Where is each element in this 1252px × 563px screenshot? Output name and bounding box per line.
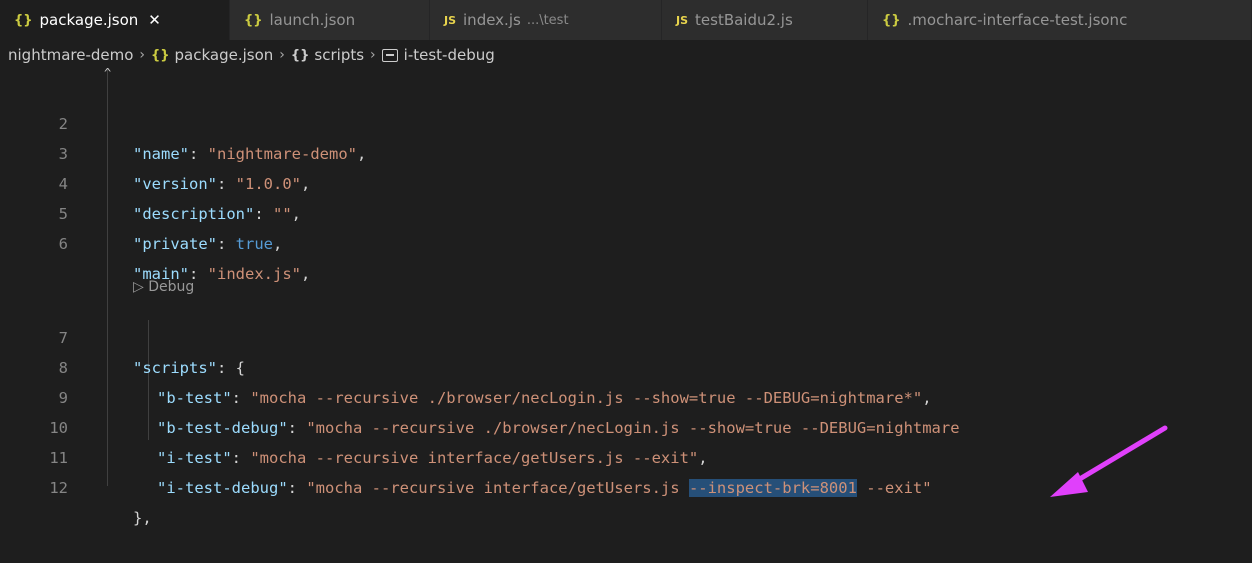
js-file-icon: JS: [444, 13, 457, 27]
tab-testbaidu2-js[interactable]: JS testBaidu2.js: [662, 0, 868, 40]
comma: ,: [273, 235, 283, 253]
close-icon[interactable]: ✕: [148, 11, 161, 29]
comma: ,: [301, 265, 311, 283]
chevron-right-icon: ›: [139, 47, 146, 63]
breadcrumb-item-leaf[interactable]: i-test-debug: [404, 46, 495, 64]
json-key: "private": [133, 235, 217, 253]
pink-arrow-icon: [1050, 425, 1168, 497]
json-value: true: [235, 235, 273, 253]
json-file-icon: {}: [14, 12, 33, 28]
json-file-icon: {}: [244, 12, 263, 28]
tab-label: launch.json: [269, 11, 356, 29]
code-line: 6 "main": "index.js",: [0, 199, 1252, 283]
selected-text: --inspect-brk=8001: [688, 479, 857, 497]
tab-label: testBaidu2.js: [695, 11, 793, 29]
tab-mocharc-interface-test[interactable]: {} .mocharc-interface-test.jsonc: [868, 0, 1252, 40]
tab-label: .mocharc-interface-test.jsonc: [907, 11, 1128, 29]
json-value: --exit": [856, 479, 932, 497]
js-file-icon: JS: [676, 13, 689, 27]
code-line: 9 "b-test-debug": "mocha --recursive ./b…: [0, 353, 1252, 437]
chevron-right-icon: ›: [279, 47, 285, 63]
tab-index-js[interactable]: JS index.js ...\test: [430, 0, 662, 40]
colon: :: [287, 479, 307, 497]
breadcrumb-item-file[interactable]: package.json: [175, 46, 274, 64]
tab-label: index.js: [463, 11, 521, 29]
caret-marker-icon: ^: [104, 66, 112, 80]
breadcrumb: nightmare-demo › {} package.json › {} sc…: [0, 40, 1252, 70]
code-line: 3 "version": "1.0.0",: [0, 109, 1252, 193]
breadcrumb-item-root[interactable]: nightmare-demo: [8, 46, 133, 64]
tab-path-hint: ...\test: [526, 12, 569, 28]
breadcrumb-item-scripts[interactable]: scripts: [314, 46, 364, 64]
code-editor[interactable]: ^ 2 "name": "nightmare-demo", 3 "version…: [0, 66, 1252, 527]
json-file-icon: {}: [151, 47, 170, 63]
line-number: 12: [49, 479, 68, 497]
json-file-icon: {}: [882, 12, 901, 28]
json-value: "mocha --recursive interface/getUsers.js: [306, 479, 689, 497]
json-brace: },: [133, 509, 152, 527]
json-key: "i-test-debug": [157, 479, 288, 497]
string-property-icon: [381, 48, 398, 62]
tab-launch-json[interactable]: {} launch.json: [230, 0, 430, 40]
editor-tab-bar: {} package.json ✕ {} launch.json JS inde…: [0, 0, 1252, 41]
code-line: 2 "name": "nightmare-demo",: [0, 79, 1252, 163]
tab-package-json[interactable]: {} package.json ✕: [0, 0, 230, 40]
code-line: 10 "i-test": "mocha --recursive interfac…: [0, 383, 1252, 467]
json-value: "index.js": [207, 265, 301, 283]
tab-label: package.json: [39, 11, 139, 29]
object-icon: {}: [290, 47, 310, 63]
code-line: 8 "b-test": "mocha --recursive ./browser…: [0, 323, 1252, 407]
line-number: 6: [58, 235, 68, 253]
colon: :: [217, 235, 236, 253]
code-line: 4 "description": "",: [0, 139, 1252, 223]
chevron-right-icon: ›: [370, 47, 376, 63]
code-line: 5 "private": true,: [0, 169, 1252, 253]
code-line: 7 "scripts": {: [0, 293, 1252, 377]
